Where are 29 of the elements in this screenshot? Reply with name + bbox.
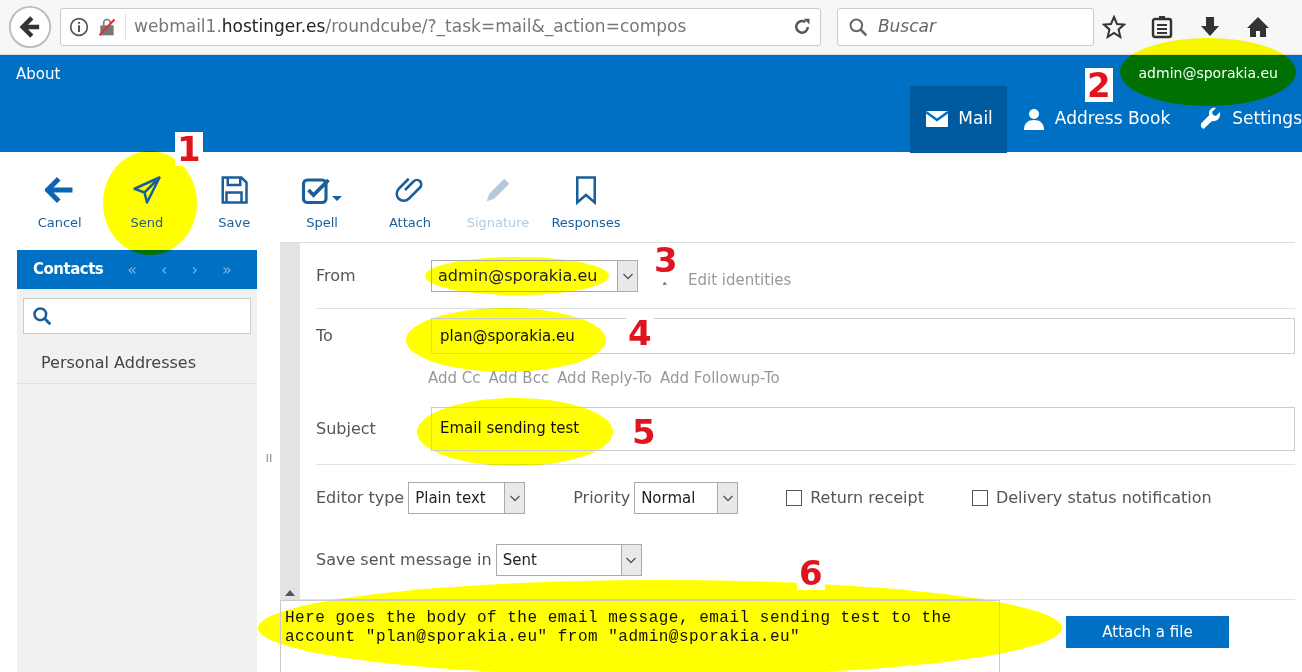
field-label: Priority <box>573 487 631 509</box>
attach-file-button[interactable]: Attach a file <box>1066 616 1229 648</box>
field-label: Save sent message in <box>316 549 492 571</box>
field-label: From <box>316 264 357 287</box>
checkbox-label: Return receipt <box>810 487 924 509</box>
contacts-title: Contacts <box>33 259 104 281</box>
address-group-item[interactable]: Personal Addresses <box>17 343 257 384</box>
toolbar-button[interactable]: Spell <box>278 174 366 232</box>
sent-folder-select[interactable]: Sent <box>495 544 642 576</box>
nav-tab[interactable]: Settings <box>1184 85 1302 153</box>
annotation-number: 2 <box>1085 68 1113 102</box>
message-body-field[interactable]: Here goes the body of the email message, email sending test to the account "plan@sporakia.eu" from "admin@sporakia.eu" <box>280 600 1000 672</box>
toolbar-button[interactable]: Send <box>103 174 191 232</box>
field-label: Editor type <box>316 487 405 509</box>
about-link[interactable]: About <box>16 63 61 86</box>
toolbar-button[interactable]: Cancel <box>16 174 104 232</box>
checkbox-label: Delivery status notification <box>995 487 1212 509</box>
editor-type-select[interactable]: Plain text <box>408 482 526 514</box>
nav-tab[interactable]: Mail <box>910 85 1007 153</box>
toolbar-button[interactable]: Attach <box>366 174 454 232</box>
toolbar-button[interactable]: Responses <box>542 174 630 232</box>
field-label: Subject <box>316 417 377 440</box>
toolbar-button[interactable]: Save <box>190 174 278 232</box>
field-label: To <box>316 325 334 347</box>
search-box[interactable]: Buscar <box>836 8 1094 46</box>
annotation-number: 1 <box>175 132 203 166</box>
priority-select[interactable]: Normal <box>634 482 739 514</box>
user-account-link[interactable]: admin@sporakia.eu <box>1138 63 1278 84</box>
sender-select[interactable]: admin@sporakia.eu <box>431 259 638 292</box>
